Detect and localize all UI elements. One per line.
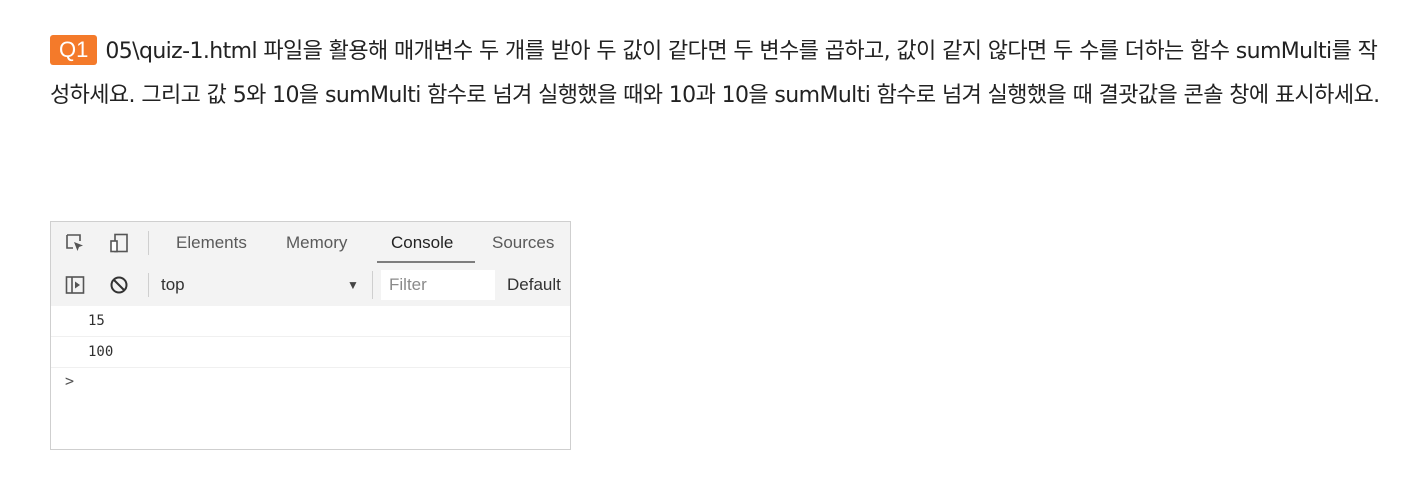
active-tab-indicator — [377, 261, 475, 263]
device-toolbar-icon[interactable] — [109, 233, 129, 253]
console-log-line: 15 — [51, 306, 570, 337]
clear-console-icon[interactable] — [109, 275, 129, 295]
devtools-panel: Elements Memory Console Sources top ▼ De… — [50, 221, 571, 450]
tab-sources[interactable]: Sources — [492, 222, 554, 264]
console-log-line: 100 — [51, 337, 570, 368]
sidebar-toggle-icon[interactable] — [65, 275, 85, 295]
console-output: 15 100 > — [51, 306, 570, 449]
question-text: 05\quiz-1.html 파일을 활용해 매개변수 두 개를 받아 두 값이… — [50, 39, 1380, 108]
quiz-question: Q1 05\quiz-1.html 파일을 활용해 매개변수 두 개를 받아 두 … — [50, 30, 1380, 118]
inspect-element-icon[interactable] — [65, 233, 85, 253]
filter-divider — [372, 271, 373, 299]
console-filter-bar: top ▼ Default — [51, 264, 570, 307]
dropdown-arrow-icon[interactable]: ▼ — [347, 264, 359, 306]
tab-memory[interactable]: Memory — [286, 222, 347, 264]
context-selector[interactable]: top — [161, 264, 185, 306]
devtools-tab-bar: Elements Memory Console Sources — [51, 222, 570, 265]
filter-input[interactable] — [381, 270, 495, 300]
question-badge: Q1 — [50, 35, 98, 65]
toolbar-divider — [148, 231, 149, 255]
filterbar-divider — [148, 273, 149, 297]
tab-console[interactable]: Console — [391, 222, 453, 264]
console-prompt[interactable]: > — [51, 368, 570, 398]
log-levels-dropdown[interactable]: Default — [507, 264, 561, 306]
tab-elements[interactable]: Elements — [176, 222, 247, 264]
